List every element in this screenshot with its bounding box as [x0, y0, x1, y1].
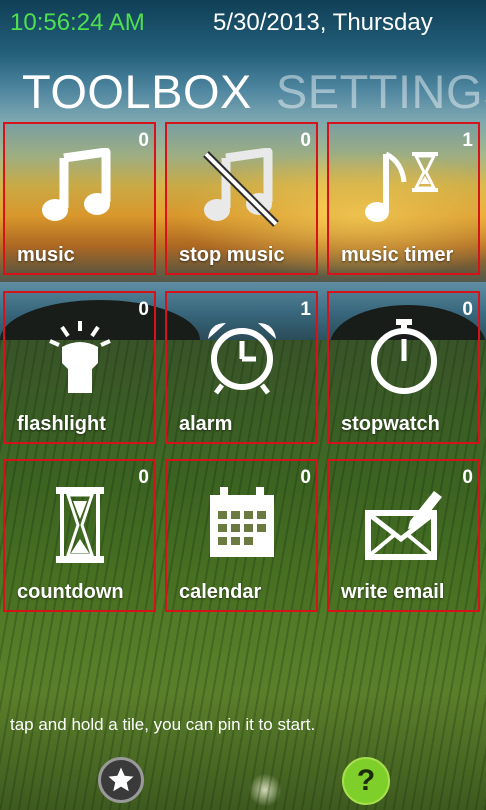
tile-flashlight[interactable]: 0 flashlight [3, 291, 156, 444]
alarm-clock-icon [202, 317, 282, 397]
tile-label: music [17, 244, 75, 266]
tile-label: music timer [341, 244, 454, 266]
tile-label: stop music [179, 244, 285, 266]
tile-label: stopwatch [341, 413, 440, 435]
tile-grid: 0 music 0 stop music 1 music timer 0 fla… [0, 0, 486, 810]
tile-stopwatch[interactable]: 0 stopwatch [327, 291, 480, 444]
favorite-button[interactable] [98, 757, 144, 803]
tile-calendar[interactable]: 0 calendar [165, 459, 318, 612]
tile-count: 0 [462, 467, 473, 488]
tile-count: 0 [300, 130, 311, 151]
tile-write-email[interactable]: 0 write email [327, 459, 480, 612]
tile-alarm[interactable]: 1 alarm [165, 291, 318, 444]
tile-label: countdown [17, 581, 124, 603]
hourglass-icon [40, 485, 120, 565]
stopwatch-icon [364, 317, 444, 397]
tile-label: write email [341, 581, 445, 603]
tile-count: 1 [462, 130, 473, 151]
help-question-icon: ? [356, 764, 376, 797]
pin-hint-text: tap and hold a tile, you can pin it to s… [10, 715, 316, 734]
music-off-icon [202, 147, 282, 228]
calendar-icon [202, 485, 282, 565]
tile-label: flashlight [17, 413, 106, 435]
tile-label: calendar [179, 581, 262, 603]
tile-music-timer[interactable]: 1 music timer [327, 122, 480, 275]
flashlight-icon [40, 317, 120, 397]
tile-music[interactable]: 0 music [3, 122, 156, 275]
tile-countdown[interactable]: 0 countdown [3, 459, 156, 612]
help-button[interactable]: ? [342, 757, 390, 805]
tile-count: 1 [300, 299, 311, 320]
music-note-icon [40, 147, 120, 228]
tile-label: alarm [179, 413, 233, 435]
tile-count: 0 [300, 467, 311, 488]
tile-count: 0 [138, 467, 149, 488]
music-timer-icon [364, 148, 444, 228]
star-icon [108, 767, 134, 792]
tile-count: 0 [462, 299, 473, 320]
tile-count: 0 [138, 299, 149, 320]
email-edit-icon [364, 485, 444, 565]
tile-count: 0 [138, 130, 149, 151]
tile-stop-music[interactable]: 0 stop music [165, 122, 318, 275]
